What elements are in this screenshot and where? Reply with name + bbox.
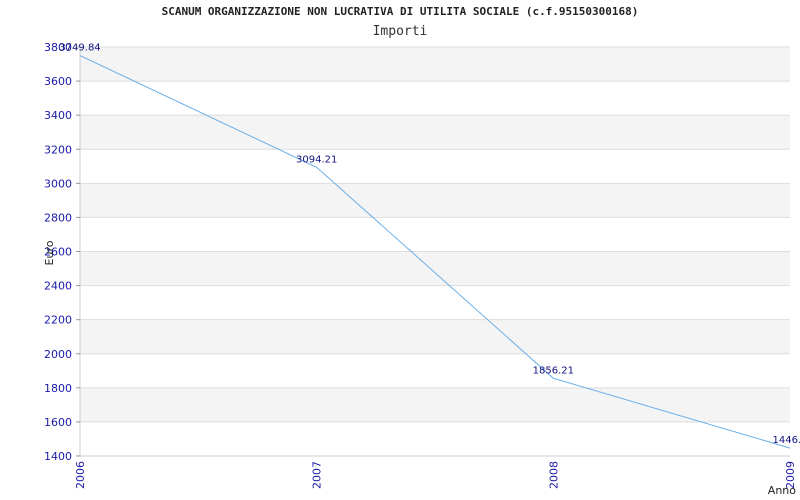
data-label: 3094.21: [296, 154, 337, 165]
x-tick-label: 2007: [311, 461, 324, 489]
y-tick-label: 3200: [44, 143, 72, 156]
y-tick-label: 1600: [44, 416, 72, 429]
grid-band: [80, 149, 790, 184]
grid-band: [80, 115, 790, 150]
y-tick-label: 2800: [44, 211, 72, 224]
grid-band: [80, 47, 790, 82]
y-tick-label: 2200: [44, 314, 72, 327]
y-axis-label: Euro: [43, 240, 56, 265]
x-axis-label: Anno: [768, 484, 796, 497]
data-label: 3749.84: [59, 43, 100, 54]
grid-band: [80, 183, 790, 218]
grid-band: [80, 285, 790, 320]
y-tick-label: 1800: [44, 382, 72, 395]
x-tick-labels: 2006 2007 2008 2009: [74, 461, 797, 489]
y-tick-label: 2400: [44, 280, 72, 293]
grid-band: [80, 251, 790, 286]
grid-band: [80, 353, 790, 388]
y-tick-label: 2000: [44, 348, 72, 361]
x-tick-label: 2006: [74, 461, 87, 489]
y-tick-label: 3600: [44, 75, 72, 88]
grid-band: [80, 217, 790, 252]
data-label: 1856.21: [533, 365, 574, 376]
grid-band: [80, 81, 790, 116]
y-tick-label: 3000: [44, 177, 72, 190]
x-tick-label: 2008: [547, 461, 560, 489]
y-tick-label: 3400: [44, 109, 72, 122]
y-tick-label: 1400: [44, 450, 72, 463]
line-chart: 1400160018002000220024002600280030003200…: [43, 41, 800, 497]
grid-band: [80, 421, 790, 456]
data-label: 1446.4: [773, 435, 800, 446]
grid-band: [80, 319, 790, 354]
